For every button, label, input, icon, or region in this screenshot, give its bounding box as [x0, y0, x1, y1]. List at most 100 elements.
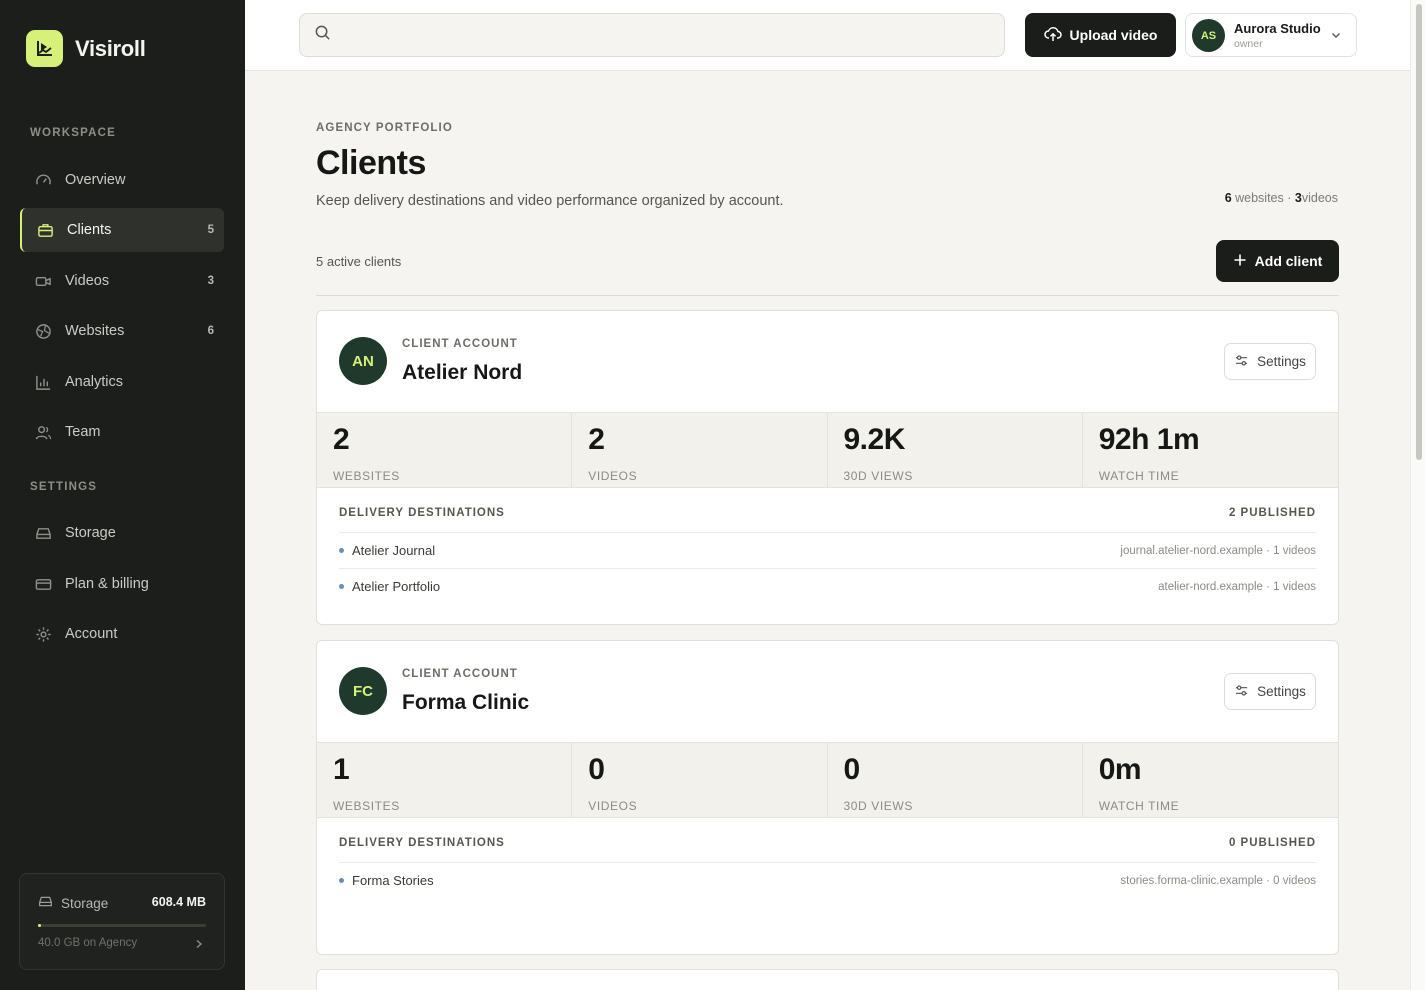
client-stats: 2 WEBSITES 2 VIDEOS 9.2K 30D VIEWS 92h 1m WA… [317, 412, 1338, 488]
sidebar-item-analytics[interactable]: Analytics [20, 360, 224, 404]
published-count: 0 PUBLISHED [1228, 837, 1316, 849]
stat-label: WATCH TIME [1098, 469, 1180, 483]
stat-label: 30D VIEWS [843, 469, 913, 483]
search-icon [314, 24, 331, 46]
brand-name: Visiroll [75, 35, 146, 61]
sidebar-item-label: Analytics [65, 374, 124, 390]
stat-value: 9.2K [843, 423, 906, 456]
logo-icon [26, 30, 63, 67]
topbar: Upload video AS Aurora Studio owner [245, 0, 1410, 71]
destination-name: Atelier Portfolio [352, 579, 441, 594]
count-badge: 3 [207, 275, 214, 287]
scrollbar[interactable] [1410, 0, 1425, 990]
stat-label: 30D VIEWS [843, 799, 913, 813]
settings-section-label: SETTINGS [30, 481, 98, 493]
client-name: Forma Clinic [402, 691, 530, 714]
storage-used-size: 608.4 MB [151, 895, 206, 909]
sidebar-item-clients[interactable]: Clients 5 [20, 208, 224, 252]
destination-row[interactable]: Forma Stories stories.forma-clinic.examp… [339, 862, 1316, 898]
stat-websites: 1 WEBSITES [317, 743, 573, 817]
stat-label: VIDEOS [588, 469, 638, 483]
brand[interactable]: Visiroll [26, 30, 146, 67]
sidebar-item-plan-billing[interactable]: Plan & billing [20, 562, 224, 606]
stat-value: 0m [1098, 753, 1142, 786]
client-kicker: CLIENT ACCOUNT [402, 668, 518, 680]
client-kicker: CLIENT ACCOUNT [402, 338, 518, 350]
destination-row[interactable]: Atelier Journal journal.atelier-nord.exa… [339, 532, 1316, 568]
workspace-section-label: WORKSPACE [30, 127, 116, 139]
delivery-destinations-heading: DELIVERY DESTINATIONS [339, 837, 505, 849]
sidebar-item-account[interactable]: Account [20, 612, 224, 656]
delivery-destinations-heading: DELIVERY DESTINATIONS [339, 507, 505, 519]
sidebar-item-websites[interactable]: Websites 6 [20, 309, 224, 353]
sliders-icon [1234, 683, 1249, 701]
search-input[interactable] [341, 27, 941, 43]
client-name: Atelier Nord [402, 361, 523, 384]
settings-label: Settings [1257, 354, 1306, 369]
stat-value: 0 [588, 753, 605, 786]
sidebar-item-videos[interactable]: Videos 3 [20, 259, 224, 303]
status-dot [339, 548, 344, 553]
stat-watch-time: 92h 1m WATCH TIME [1083, 413, 1338, 487]
client-settings-button[interactable]: Settings [1224, 343, 1316, 380]
briefcase-icon [36, 221, 54, 239]
stat-label: WEBSITES [333, 799, 400, 813]
sliders-icon [1234, 353, 1249, 371]
storage-usage-card[interactable]: Storage 608.4 MB 40.0 GB on Agency [19, 873, 225, 970]
account-switcher[interactable]: AS Aurora Studio owner [1185, 13, 1357, 57]
upload-video-button[interactable]: Upload video [1025, 13, 1176, 57]
destination-row[interactable]: Atelier Portfolio atelier-nord.example ·… [339, 568, 1316, 604]
count-badge: 6 [207, 325, 214, 337]
stat-30d-views: 0 30D VIEWS [828, 743, 1083, 817]
credit-card-icon [34, 575, 52, 593]
destination-meta: atelier-nord.example · 1 videos [1158, 580, 1316, 593]
globe-icon [34, 322, 52, 340]
summary-separator: · [1287, 191, 1292, 205]
video-camera-icon [34, 272, 52, 290]
scrollbar-thumb[interactable] [1416, 4, 1422, 460]
stat-value: 2 [333, 423, 350, 456]
sidebar-item-label: Account [65, 626, 118, 642]
add-client-button[interactable]: Add client [1216, 240, 1339, 282]
page-eyebrow: AGENCY PORTFOLIO [316, 122, 453, 134]
client-card-next [316, 969, 1339, 990]
storage-label: Storage [61, 895, 109, 911]
account-name: Aurora Studio [1234, 21, 1321, 36]
avatar: AS [1192, 19, 1225, 52]
sidebar-item-overview[interactable]: Overview [20, 158, 224, 202]
add-client-label: Add client [1254, 253, 1323, 269]
storage-plan: 40.0 GB on Agency [38, 937, 138, 949]
stat-label: WEBSITES [333, 469, 400, 483]
published-count: 2 PUBLISHED [1228, 507, 1316, 519]
client-avatar: FC [339, 667, 387, 715]
stat-videos: 0 VIDEOS [572, 743, 828, 817]
account-role: owner [1234, 38, 1263, 50]
sidebar-item-label: Overview [65, 172, 126, 188]
bar-chart-icon [34, 373, 52, 391]
sidebar-item-label: Clients [67, 222, 112, 238]
gauge-icon [34, 171, 52, 189]
client-settings-button[interactable]: Settings [1224, 673, 1316, 710]
page-subtitle: Keep delivery destinations and video per… [316, 193, 784, 209]
stat-value: 2 [588, 423, 605, 456]
sidebar-item-storage[interactable]: Storage [20, 511, 224, 555]
client-card-atelier-nord: AN CLIENT ACCOUNT Atelier Nord Settings … [316, 310, 1339, 625]
divider [316, 295, 1339, 296]
summary-videos-word: videos [1301, 191, 1338, 205]
sidebar-item-team[interactable]: Team [20, 410, 224, 454]
stat-videos: 2 VIDEOS [572, 413, 828, 487]
client-card-forma-clinic: FC CLIENT ACCOUNT Forma Clinic Settings … [316, 640, 1339, 955]
storage-progress-bar [38, 924, 206, 927]
page-title: Clients [316, 144, 426, 182]
sidebar-item-label: Storage [65, 525, 116, 541]
client-stats: 1 WEBSITES 0 VIDEOS 0 30D VIEWS 0m WATCH TIM… [317, 742, 1338, 818]
sidebar-item-label: Plan & billing [65, 576, 149, 592]
stat-value: 92h 1m [1098, 423, 1200, 456]
search-bar[interactable] [299, 13, 1005, 57]
client-avatar: AN [339, 337, 387, 385]
gear-icon [34, 625, 52, 643]
summary-websites-word: websites [1235, 191, 1284, 205]
status-dot [339, 584, 344, 589]
hard-drive-icon [34, 524, 52, 542]
stat-watch-time: 0m WATCH TIME [1083, 743, 1338, 817]
